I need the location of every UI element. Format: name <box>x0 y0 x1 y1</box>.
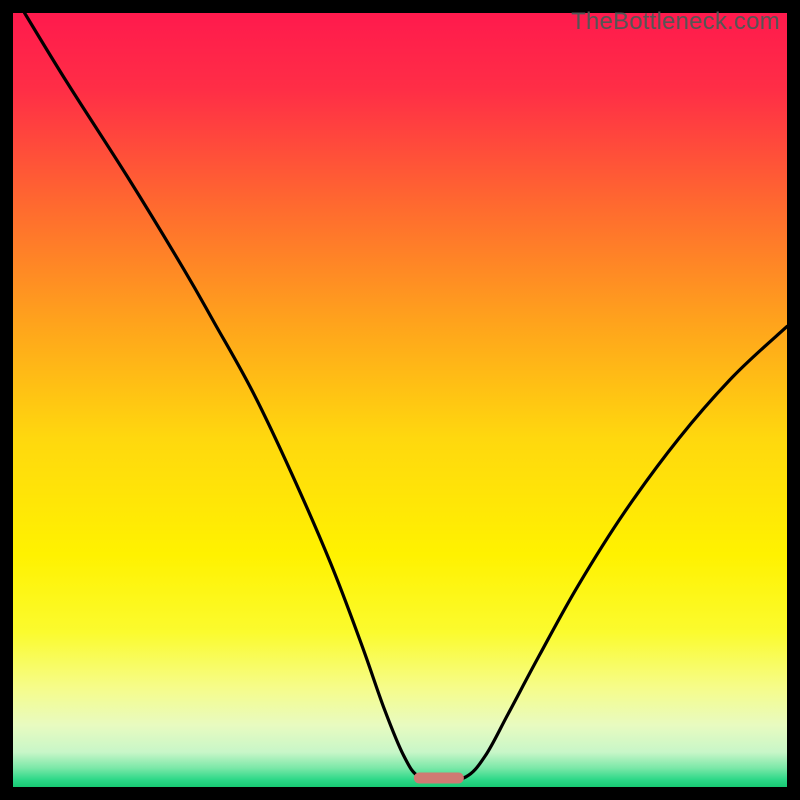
plot-area <box>13 13 787 787</box>
chart-stage: TheBottleneck.com <box>0 0 800 800</box>
bottleneck-curve <box>13 13 787 787</box>
minimum-marker <box>414 773 464 784</box>
watermark-text: TheBottleneck.com <box>571 8 780 36</box>
